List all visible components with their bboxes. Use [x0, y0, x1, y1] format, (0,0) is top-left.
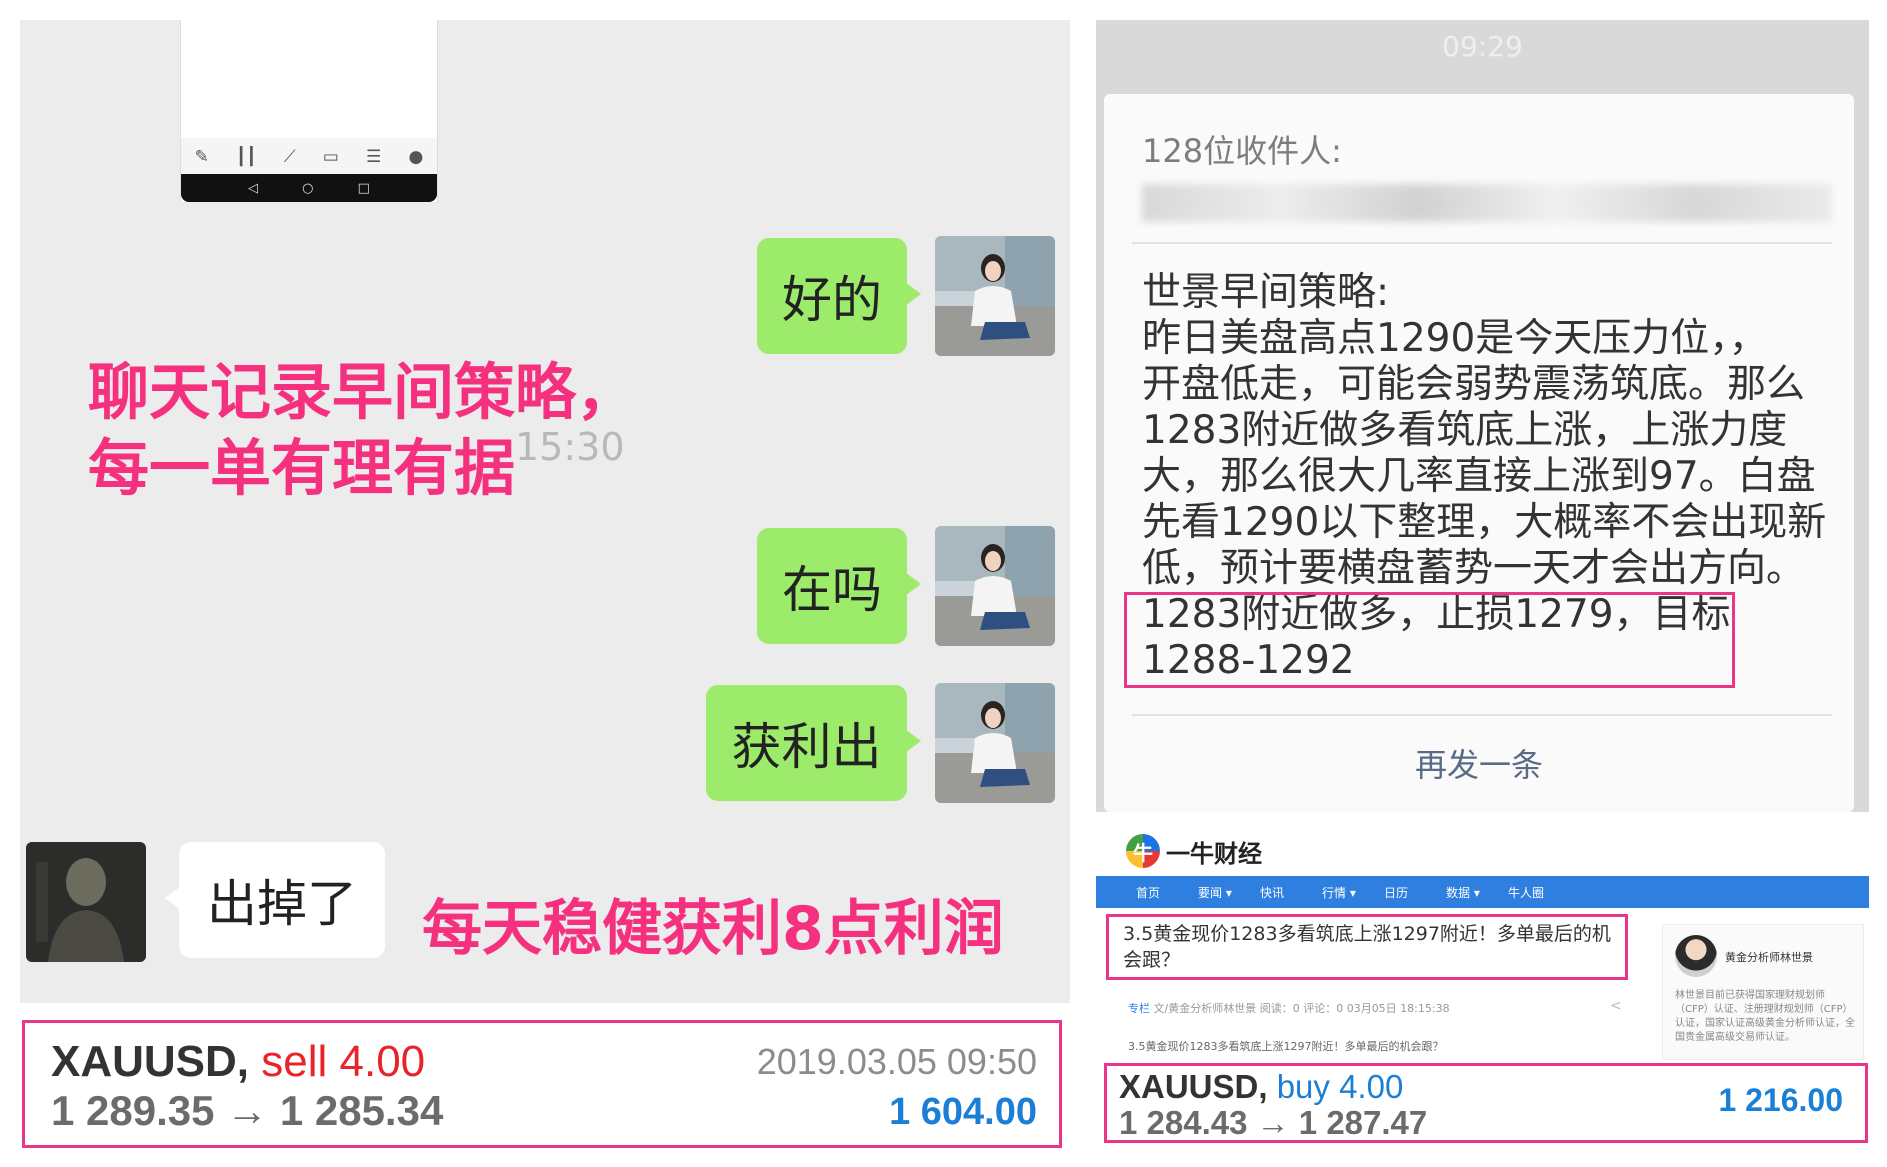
avatar[interactable] — [935, 236, 1055, 356]
trade-header: XAUUSD, sell 4.00 — [51, 1037, 425, 1087]
chart-line-icon[interactable]: ⟋ — [284, 147, 296, 167]
author-card[interactable]: 黄金分析师林世景 林世景目前已获得国家理财规划师（CFP）认证、注册理财规划师（… — [1662, 924, 1864, 1060]
trade-side: buy 4.00 — [1276, 1068, 1404, 1105]
sms-card: 128位收件人: 世景早间策略: 昨日美盘高点1290是今天压力位，， 开盘低走… — [1104, 94, 1854, 812]
trade-date: 2019.03.05 09:50 — [756, 1041, 1037, 1082]
resend-button[interactable]: 再发一条 — [1104, 740, 1854, 786]
sms-line: 开盘低走，可能会弱势震荡筑底。那么 — [1142, 362, 1806, 407]
message-text: 在吗 — [782, 561, 882, 619]
avatar[interactable] — [935, 526, 1055, 646]
author-name: 黄金分析师林世景 — [1725, 951, 1813, 964]
recipients-list-blurred — [1142, 184, 1832, 222]
message-text: 好的 — [782, 271, 882, 329]
trade-side: sell 4.00 — [261, 1037, 426, 1086]
message-bubble-outgoing[interactable]: 在吗 — [757, 528, 921, 644]
divider — [1132, 242, 1832, 244]
trade-record-buy[interactable]: XAUUSD, buy 4.00 1 284.43 → 1 287.47 1 2… — [1104, 1063, 1868, 1143]
author-description: 林世景目前已获得国家理财规划师（CFP）认证、注册理财规划师（CFP）认证，国家… — [1675, 990, 1855, 1043]
news-panel: 牛 一牛财经 首页 要闻 ▾ 快讯 行情 ▾ 日历 数据 ▾ 牛人圈 3.5黄金… — [1096, 820, 1869, 1070]
message-text: 获利出 — [731, 718, 882, 776]
article-meta: 专栏 文/黄金分析师林世景 阅读：0 评论：0 03月05日 18:15:38 — [1128, 1000, 1450, 1016]
nav-item-flash[interactable]: 快讯 — [1260, 884, 1322, 901]
sms-line: 先看1290以下整理，大概率不会出现新 — [1142, 500, 1827, 545]
trade-prices: 1 289.35 → 1 285.34 — [51, 1087, 444, 1134]
draw-icon[interactable]: ✎ — [195, 147, 209, 167]
site-logo[interactable]: 牛 一牛财经 — [1126, 830, 1262, 872]
share-icon[interactable]: < — [1610, 998, 1622, 1014]
divider — [1132, 714, 1832, 716]
sms-line: 1283附近做多看筑底上涨，上涨力度 — [1142, 408, 1788, 453]
author-avatar — [1675, 935, 1717, 977]
message-bubble-outgoing[interactable]: 好的 — [757, 238, 921, 354]
message-text: 出掉了 — [207, 875, 357, 933]
sms-line: 大，那么很大几率直接上涨到97。白盘 — [1142, 454, 1816, 499]
sms-line: 低，预计要横盘蓄势一天才会出方向。 — [1142, 546, 1806, 591]
trade-symbol: XAUUSD, — [1119, 1068, 1268, 1105]
message-bubble-incoming[interactable]: 出掉了 — [165, 842, 385, 958]
avatar[interactable] — [26, 842, 146, 962]
sms-line: 昨日美盘高点1290是今天压力位，， — [1142, 316, 1768, 361]
article-meta-text: 文/黄金分析师林世景 阅读：0 评论：0 03月05日 18:15:38 — [1153, 1002, 1450, 1015]
back-icon[interactable]: ◁ — [248, 181, 258, 196]
chat-icon[interactable]: ● — [408, 147, 423, 167]
article-title[interactable]: 3.5黄金现价1283多看筑底上涨1297附近！多单最后的机会跟？ — [1106, 914, 1628, 980]
nav-item-community[interactable]: 牛人圈 — [1508, 884, 1570, 901]
highlight-box — [1124, 592, 1735, 688]
phone-navbar: ◁ ○ □ — [181, 174, 437, 202]
overlay-caption-bottom: 每天稳健获利8点利润 — [422, 894, 1004, 964]
article-snippet: 3.5黄金现价1283多看筑底上涨1297附近！多单最后的机会跟？ — [1128, 1040, 1444, 1053]
logo-mark-icon: 牛 — [1126, 834, 1160, 868]
trade-header: XAUUSD, buy 4.00 — [1119, 1068, 1403, 1106]
trade-prices: 1 284.43 → 1 287.47 — [1119, 1104, 1428, 1141]
status-time: 09:29 — [1442, 30, 1523, 63]
logo-text: 一牛财经 — [1166, 839, 1262, 868]
avatar[interactable] — [935, 683, 1055, 803]
nav-item-data[interactable]: 数据 ▾ — [1446, 884, 1508, 901]
home-icon[interactable]: ○ — [302, 181, 313, 196]
overlay-caption: 聊天记录早间策略， 每一单有理有据 — [88, 355, 637, 507]
trade-profit: 1 604.00 — [889, 1091, 1037, 1133]
candlestick-icon[interactable]: ┃┃ — [236, 147, 256, 167]
article-tag[interactable]: 专栏 — [1128, 1002, 1150, 1015]
news-icon[interactable]: ☰ — [366, 147, 381, 167]
nav-item-quotes[interactable]: 行情 ▾ — [1322, 884, 1384, 901]
nav-item-home[interactable]: 首页 — [1136, 884, 1198, 901]
chat-panel: ✎ ┃┃ ⟋ ▭ ☰ ● ◁ ○ □ 好的 15:30 聊天记录早间策略， 每一… — [20, 20, 1070, 1003]
inbox-icon[interactable]: ▭ — [323, 147, 339, 167]
nav-item-headlines[interactable]: 要闻 ▾ — [1198, 884, 1260, 901]
overlay-caption-line: 聊天记录早间策略， — [88, 357, 638, 428]
trade-record-sell[interactable]: XAUUSD, sell 4.00 1 289.35 → 1 285.34 20… — [22, 1020, 1062, 1148]
trade-profit: 1 216.00 — [1718, 1082, 1843, 1118]
nav-item-calendar[interactable]: 日历 — [1384, 884, 1446, 901]
sms-line: 世景早间策略: — [1142, 270, 1390, 315]
sms-panel: 09:29 128位收件人: 世景早间策略: 昨日美盘高点1290是今天压力位，… — [1096, 20, 1869, 812]
overlay-caption-line: 每一单有理有据 — [88, 433, 516, 504]
recipients-label: 128位收件人: — [1142, 132, 1342, 170]
phone-toolbar: ✎ ┃┃ ⟋ ▭ ☰ ● — [181, 138, 437, 176]
trade-symbol: XAUUSD, — [51, 1037, 250, 1086]
site-nav: 首页 要闻 ▾ 快讯 行情 ▾ 日历 数据 ▾ 牛人圈 — [1096, 876, 1869, 908]
recent-apps-icon[interactable]: □ — [358, 181, 370, 196]
phone-screenshot: ✎ ┃┃ ⟋ ▭ ☰ ● ◁ ○ □ — [180, 20, 438, 202]
message-bubble-outgoing[interactable]: 获利出 — [706, 685, 921, 801]
